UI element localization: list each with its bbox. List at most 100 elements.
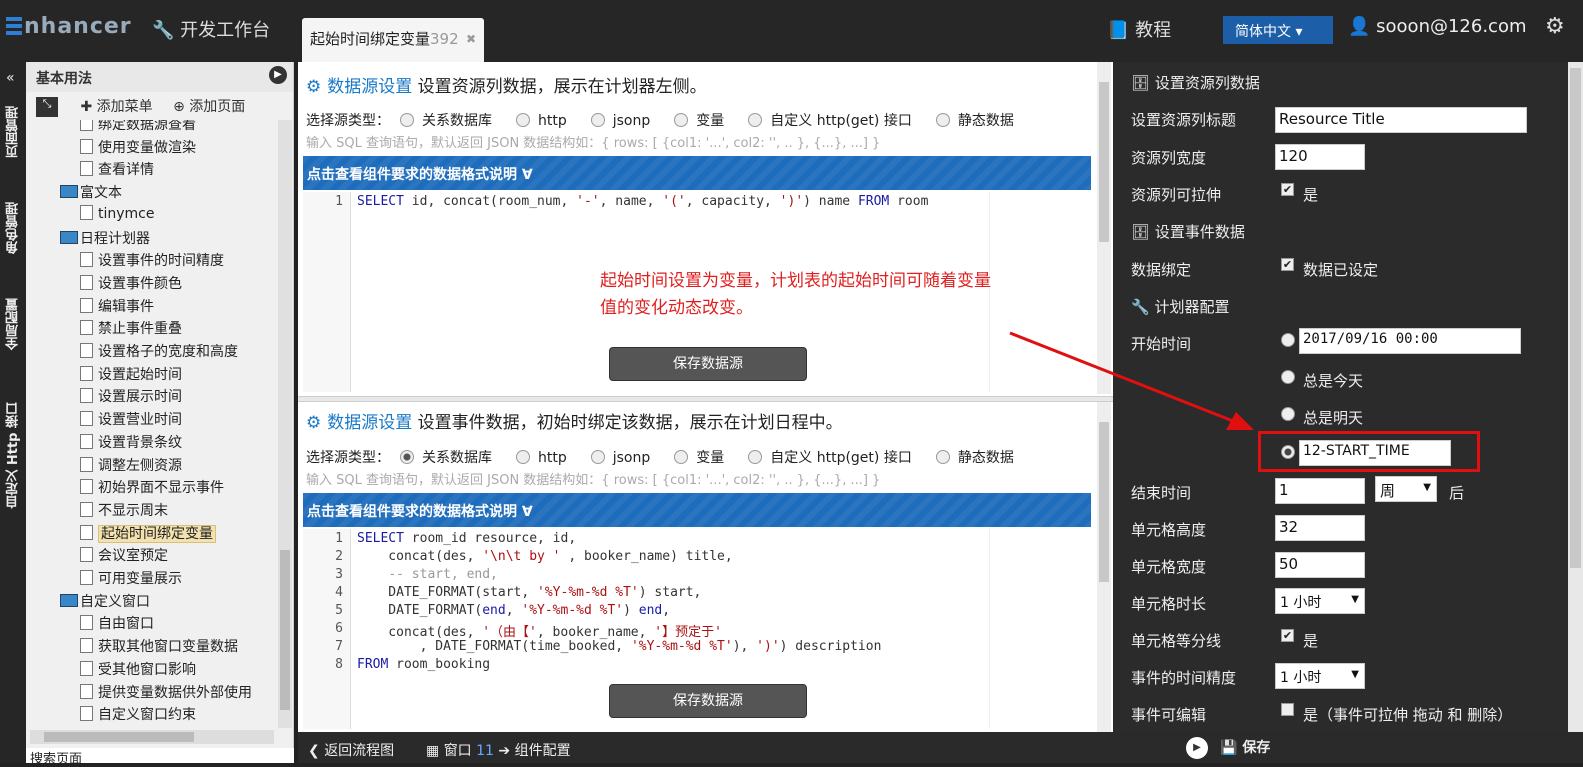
tree-item[interactable]: 禁止事件重叠 <box>80 318 182 340</box>
cell-width-input[interactable]: 50 <box>1275 552 1365 578</box>
back-to-flow-button[interactable]: ❮ 返回流程图 <box>308 740 394 760</box>
end-unit-select[interactable]: 周 <box>1375 476 1437 502</box>
source-type-radio[interactable] <box>935 113 950 127</box>
top-bar: nhancer 🔧 开发工作台 起始时间绑定变量392 ✖ 📘 教程 简体中文 ▾… <box>0 0 1583 62</box>
tree-scrollbar[interactable] <box>278 120 292 728</box>
tree-item[interactable]: 自由窗口 <box>80 613 154 635</box>
tree-item[interactable]: 初始界面不显示事件 <box>80 477 224 499</box>
tree-item[interactable]: 设置事件的时间精度 <box>80 250 224 272</box>
section2-scrollbar[interactable] <box>1097 402 1111 732</box>
tree-item[interactable]: 设置展示时间 <box>80 386 182 408</box>
start-today-radio[interactable] <box>1281 370 1295 384</box>
source-type-radio[interactable] <box>748 450 763 464</box>
tree-folder[interactable]: 日程计划器 <box>60 228 150 250</box>
tree-item[interactable]: 可用变量展示 <box>80 568 182 590</box>
precision-select[interactable]: 1 小时 <box>1275 663 1365 689</box>
tree-item[interactable]: 不显示周末 <box>80 500 168 522</box>
source-type-radio[interactable] <box>516 113 530 127</box>
cog-icon: ⚙ <box>306 413 322 433</box>
resource-title-input[interactable]: Resource Title <box>1275 107 1527 133</box>
tree-item-label: 自定义窗口 <box>80 593 150 610</box>
close-icon[interactable]: ✖ <box>466 32 476 46</box>
section2-save-button[interactable]: 保存数据源 <box>609 684 807 718</box>
source-type-radio[interactable] <box>400 113 414 127</box>
source-type-radio[interactable] <box>590 450 605 464</box>
tree-item[interactable]: 调整左侧资源 <box>80 455 182 477</box>
tree-item[interactable]: 查看详情 <box>80 159 154 181</box>
add-menu-button[interactable]: ✚ 添加菜单 <box>80 99 152 115</box>
tree-item[interactable]: 设置起始时间 <box>80 364 182 386</box>
tree-item[interactable]: 设置背景条纹 <box>80 432 182 454</box>
nav-global-config[interactable]: 全局配置 <box>4 298 23 350</box>
tree-item[interactable]: 设置营业时间 <box>80 409 182 431</box>
tree-item[interactable]: tinymce <box>80 204 155 227</box>
source-type-radio[interactable] <box>674 113 689 127</box>
app-logo[interactable]: nhancer <box>6 14 132 39</box>
tree-folder[interactable]: 自定义窗口 <box>60 591 150 613</box>
tree-item[interactable]: 使用变量做渲染 <box>80 137 196 159</box>
nav-role-management[interactable]: 角色管理 <box>4 202 23 254</box>
source-type-radio[interactable] <box>935 450 950 464</box>
cell-height-input[interactable]: 32 <box>1275 515 1365 541</box>
highlight-box <box>1258 431 1480 472</box>
cell-duration-select[interactable]: 1 小时 <box>1275 588 1365 614</box>
source-type-radio[interactable] <box>674 450 689 464</box>
tree-hscrollbar[interactable] <box>30 730 274 744</box>
nav-page-management[interactable]: 页面管理 <box>4 106 23 158</box>
tree-item[interactable]: 编辑事件 <box>80 296 154 318</box>
section1-save-button[interactable]: 保存数据源 <box>609 347 807 381</box>
cell-height-label: 单元格高度 <box>1131 521 1207 539</box>
tree-item[interactable]: 会议室预定 <box>80 545 168 567</box>
start-time-input[interactable]: 2017/09/16 00:00 <box>1299 328 1521 354</box>
tree-item[interactable]: 绑定数据源查看 <box>80 120 196 136</box>
tutorial-link[interactable]: 📘 教程 <box>1107 16 1171 42</box>
start-time-fixed-radio[interactable] <box>1281 333 1295 347</box>
tree-item[interactable]: 提供变量数据供外部使用 <box>80 682 252 704</box>
user-icon: 👤 <box>1348 16 1371 37</box>
window-tab[interactable]: 起始时间绑定变量392 ✖ <box>302 18 484 62</box>
nav-http-interface[interactable]: 自定义 Http 接口 <box>4 402 23 509</box>
editable-checkbox[interactable] <box>1281 703 1294 716</box>
search-pages-input[interactable]: 搜索页面 <box>26 748 294 767</box>
dev-workbench-link[interactable]: 🔧 开发工作台 <box>152 16 270 42</box>
source-type-radio[interactable] <box>400 450 414 464</box>
data-binding-checkbox[interactable]: ✔ <box>1281 258 1294 271</box>
config-scrollbar[interactable] <box>1568 62 1583 732</box>
end-time-input[interactable]: 1 <box>1275 478 1365 504</box>
page-icon <box>80 252 93 268</box>
section2-format-help[interactable]: 点击查看组件要求的数据格式说明 ∀ <box>303 493 1091 527</box>
source-type-label: jsonp <box>612 450 651 466</box>
preview-play-button[interactable]: ▶ <box>1186 737 1208 759</box>
page-icon <box>80 570 93 585</box>
tree-item-label: 设置事件的时间精度 <box>98 253 224 270</box>
tree-item[interactable]: 设置事件颜色 <box>80 273 182 295</box>
page-icon <box>80 660 93 676</box>
tree-item[interactable]: 获取其他窗口变量数据 <box>80 636 238 658</box>
resource-width-input[interactable]: 120 <box>1275 144 1365 170</box>
tree-item[interactable]: 自定义窗口约束 <box>80 704 196 726</box>
tree-item[interactable]: 起始时间绑定变量 <box>80 523 216 545</box>
tree-item-label: 设置起始时间 <box>98 366 182 383</box>
cell-split-checkbox[interactable]: ✔ <box>1281 629 1294 642</box>
collapse-icon[interactable]: « <box>6 70 15 86</box>
section1-scrollbar[interactable] <box>1097 62 1111 394</box>
tree-folder[interactable]: 富文本 <box>60 182 122 204</box>
save-button[interactable]: 💾 保存 <box>1220 737 1270 757</box>
source-type-radio[interactable] <box>748 113 763 127</box>
tree-item[interactable]: 设置格子的宽度和高度 <box>80 341 238 363</box>
page-icon <box>80 433 93 449</box>
gear-icon[interactable]: ⚙ <box>1545 14 1565 39</box>
pin-icon[interactable]: ⤡ <box>36 97 58 117</box>
source-type-radio[interactable] <box>590 113 605 127</box>
section1-format-help[interactable]: 点击查看组件要求的数据格式说明 ∀ <box>303 156 1091 190</box>
user-menu[interactable]: 👤 sooon@126.com <box>1348 16 1527 37</box>
source-type-radio[interactable] <box>516 450 530 464</box>
add-page-button[interactable]: ⊕ 添加页面 <box>173 99 245 115</box>
play-icon[interactable]: ▶ <box>269 66 287 84</box>
tree-item-label: 自由窗口 <box>98 616 154 633</box>
start-tomorrow-radio[interactable] <box>1281 407 1295 421</box>
language-dropdown[interactable]: 简体中文 ▾ <box>1223 16 1333 44</box>
resource-resizable-checkbox[interactable]: ✔ <box>1281 183 1294 196</box>
tree-item[interactable]: 受其他窗口影响 <box>80 659 196 681</box>
database-icon: 🗄 <box>1131 74 1151 92</box>
